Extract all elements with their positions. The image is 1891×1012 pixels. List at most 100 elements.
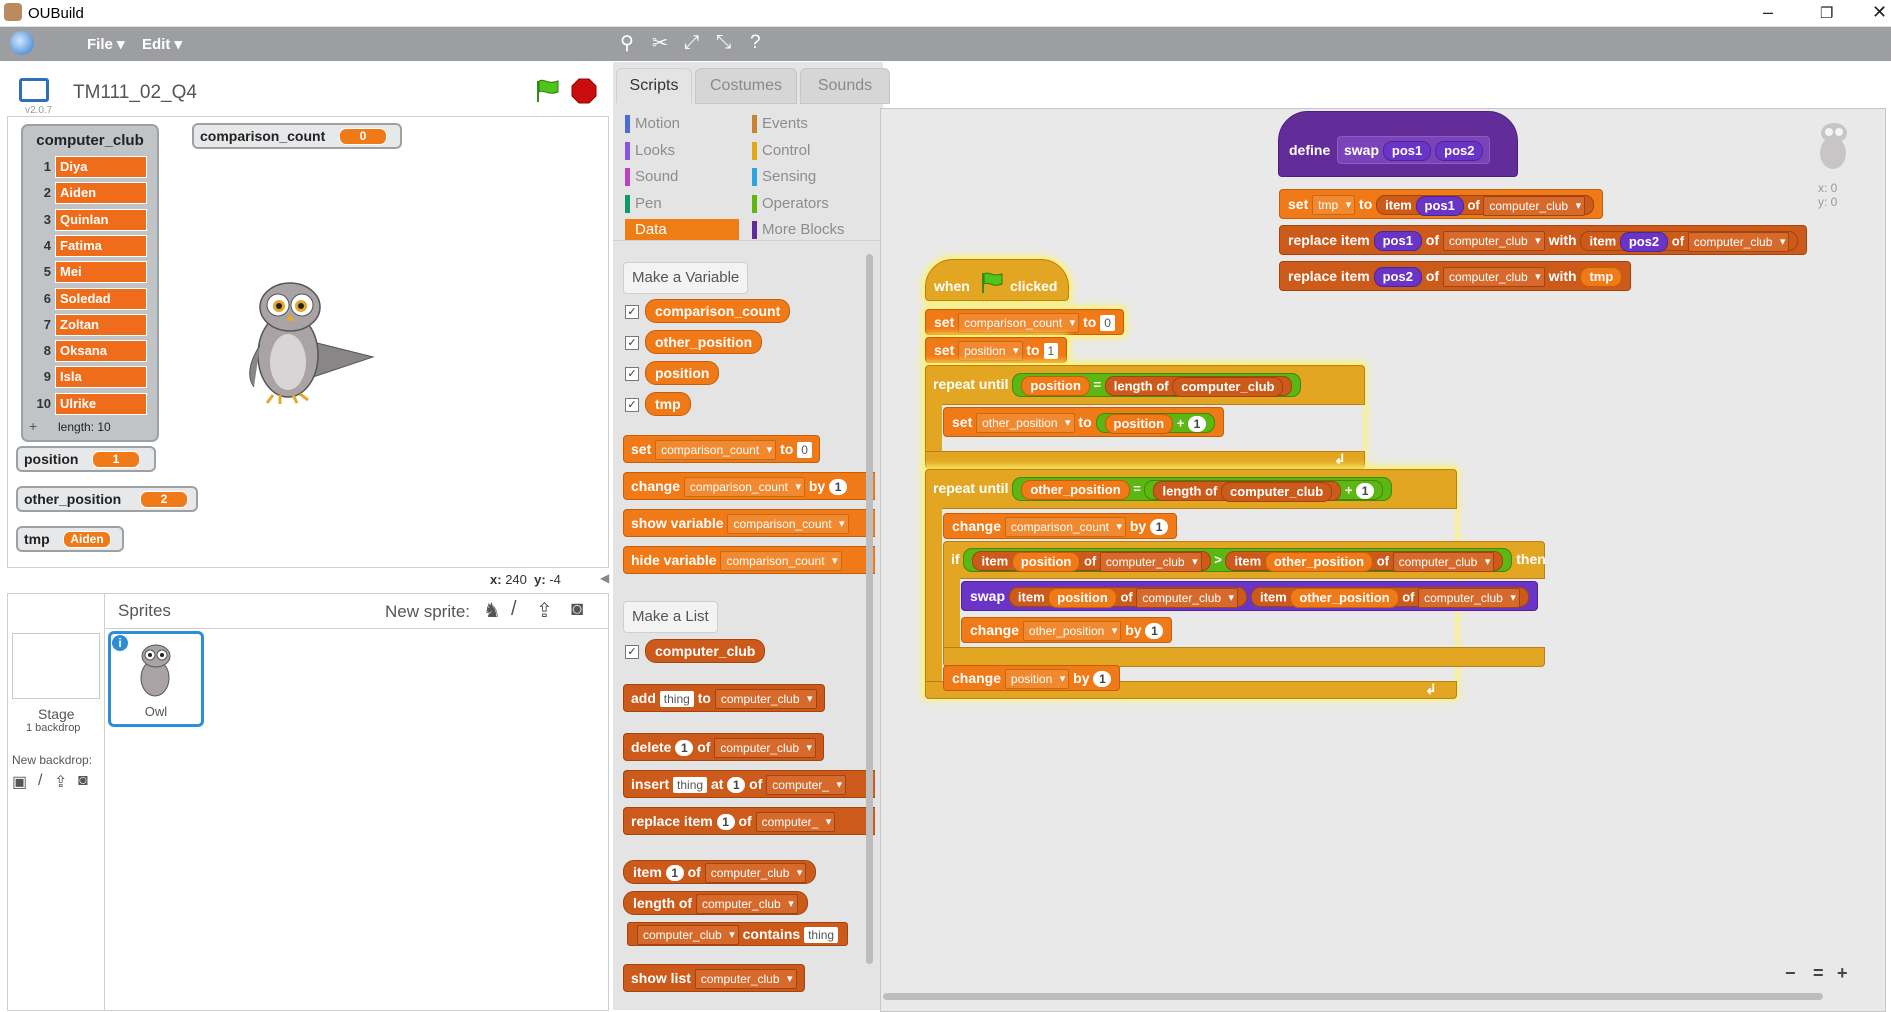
category-control[interactable]: Control — [752, 140, 810, 162]
upload-sprite-icon[interactable]: ⇪ — [536, 598, 553, 623]
variable-other-position[interactable]: other_position — [645, 330, 763, 354]
list-item[interactable]: 9 Isla — [31, 366, 149, 389]
list-item[interactable]: 4 Fatima — [31, 234, 149, 257]
file-menu[interactable]: File ▾ — [87, 35, 125, 53]
block-replace-item-pos1[interactable]: replace item pos1 of computer_club with … — [1279, 225, 1808, 255]
zoom-reset-button[interactable]: = — [1813, 963, 1824, 984]
block-show-list[interactable]: show list computer_club — [623, 964, 805, 992]
grow-icon[interactable]: ⤢ — [684, 32, 699, 54]
project-title[interactable]: TM111_02_Q4 — [73, 82, 197, 104]
list-item[interactable]: 3 Quinlan — [31, 208, 149, 231]
watcher-tmp[interactable]: tmp Aiden — [16, 526, 124, 552]
category-data[interactable]: Data — [625, 219, 739, 241]
category-motion[interactable]: Motion — [625, 113, 680, 135]
edit-menu[interactable]: Edit ▾ — [142, 35, 182, 53]
list-item-value[interactable]: Zoltan — [55, 313, 147, 336]
sprite-thumbnail-owl[interactable]: i Owl — [108, 631, 204, 727]
make-variable-button[interactable]: Make a Variable — [623, 262, 749, 294]
stop-icon[interactable] — [571, 78, 597, 104]
block-delete-of-list[interactable]: delete 1 of computer_club — [623, 733, 825, 761]
block-set-tmp[interactable]: set tmp to item pos1 of computer_club — [1279, 189, 1604, 219]
close-button[interactable]: ✕ — [1872, 2, 1887, 23]
category-operators[interactable]: Operators — [752, 193, 829, 215]
maximize-button[interactable]: ❐ — [1820, 4, 1833, 22]
category-sensing[interactable]: Sensing — [752, 166, 816, 188]
block-set-comparison-count[interactable]: set comparison_count to 0 — [925, 309, 1124, 335]
backdrop-camera-icon[interactable]: ◙ — [78, 772, 88, 790]
list-item[interactable]: 10 Ulrike — [31, 392, 149, 415]
block-item-of-list[interactable]: item 1 of computer_club — [623, 860, 817, 884]
list-item[interactable]: 6 Soledad — [31, 287, 149, 310]
list-item[interactable]: 7 Zoltan — [31, 313, 149, 336]
list-item[interactable]: 5 Mei — [31, 261, 149, 284]
list-item[interactable]: 2 Aiden — [31, 182, 149, 205]
checkbox-tmp[interactable]: ✓ — [625, 398, 639, 412]
block-change-other-position[interactable]: change other_position by 1 — [961, 617, 1173, 643]
camera-icon[interactable]: ◙ — [571, 598, 583, 621]
watcher-other-position[interactable]: other_position 2 — [16, 486, 198, 512]
checkbox-computer-club[interactable]: ✓ — [625, 645, 639, 659]
block-set-position[interactable]: set position to 1 — [925, 337, 1068, 363]
make-list-button[interactable]: Make a List — [623, 601, 718, 633]
fullscreen-icon[interactable] — [19, 78, 49, 102]
delete-scissors-icon[interactable]: ✂ — [652, 32, 668, 55]
paint-sprite-library-icon[interactable]: ♞ — [483, 598, 501, 623]
list-item[interactable]: 1 Diya — [31, 156, 149, 178]
tab-scripts[interactable]: Scripts — [616, 68, 692, 103]
zoom-in-button[interactable]: + — [1837, 963, 1848, 984]
owl-sprite[interactable] — [238, 277, 378, 407]
help-icon[interactable]: ? — [750, 32, 761, 54]
variable-position[interactable]: position — [645, 361, 720, 385]
category-events[interactable]: Events — [752, 113, 808, 135]
scripts-area[interactable]: x: 0 y: 0 define swap pos1 pos2 set tmp … — [880, 108, 1886, 1012]
list-item-value[interactable]: Diya — [55, 156, 147, 178]
block-hide-variable[interactable]: hide variable comparison_count — [623, 546, 875, 574]
checkbox-other-position[interactable]: ✓ — [625, 336, 639, 350]
shrink-icon[interactable]: ⤡ — [716, 32, 731, 54]
green-flag-icon[interactable] — [534, 78, 560, 104]
collapse-stage-arrow-icon[interactable]: ◀ — [600, 571, 609, 585]
list-add-button[interactable]: + — [29, 418, 37, 434]
list-item-value[interactable]: Aiden — [55, 182, 147, 205]
list-item-value[interactable]: Oksana — [55, 340, 147, 363]
scripts-horizontal-scrollbar[interactable] — [883, 993, 1823, 1000]
block-insert-at-list[interactable]: insert thing at 1 of computer_ — [623, 770, 875, 798]
minimize-button[interactable]: – — [1763, 2, 1773, 23]
checkbox-position[interactable]: ✓ — [625, 367, 639, 381]
checkbox-comparison-count[interactable]: ✓ — [625, 305, 639, 319]
category-more-blocks[interactable]: More Blocks — [752, 219, 845, 241]
define-swap-hat[interactable]: define swap pos1 pos2 — [1278, 111, 1518, 177]
paint-brush-icon[interactable]: / — [511, 598, 517, 621]
backdrop-paint-icon[interactable]: / — [38, 772, 42, 790]
stage[interactable]: computer_club 1 Diya 2 Aiden 3 Quinlan 4 Fatima… — [7, 116, 609, 568]
list-item-value[interactable]: Quinlan — [55, 208, 147, 231]
stage-thumbnail[interactable] — [12, 633, 100, 699]
category-pen[interactable]: Pen — [625, 193, 662, 215]
duplicate-stamp-icon[interactable]: ⚲ — [620, 32, 634, 55]
list-item-value[interactable]: Fatima — [55, 234, 147, 257]
block-add-to-list[interactable]: add thing to computer_club — [623, 684, 825, 712]
block-length-of-list[interactable]: length of computer_club — [623, 891, 808, 915]
backdrop-library-icon[interactable]: ▣ — [12, 772, 27, 792]
block-list-contains[interactable]: computer_club contains thing — [627, 922, 849, 946]
list-item-value[interactable]: Soledad — [55, 287, 147, 310]
palette-scrollbar[interactable] — [866, 254, 873, 964]
block-set-variable[interactable]: set comparison_count to 0 — [623, 435, 820, 463]
list-watcher-computer-club[interactable]: computer_club 1 Diya 2 Aiden 3 Quinlan 4 Fatima… — [21, 124, 159, 442]
block-replace-item[interactable]: replace item 1 of computer_ — [623, 807, 875, 835]
variable-tmp[interactable]: tmp — [645, 392, 691, 416]
when-flag-clicked-hat[interactable]: when clicked — [925, 259, 1069, 301]
block-change-position[interactable]: change position by 1 — [943, 665, 1121, 691]
list-item-value[interactable]: Isla — [55, 366, 147, 389]
list-computer-club[interactable]: computer_club — [645, 639, 766, 663]
block-change-comparison-count[interactable]: change comparison_count by 1 — [943, 513, 1178, 539]
list-item-value[interactable]: Ulrike — [55, 392, 147, 415]
block-change-variable[interactable]: change comparison_count by 1 — [623, 472, 875, 500]
block-show-variable[interactable]: show variable comparison_count — [623, 509, 875, 537]
sprite-info-icon[interactable]: i — [112, 635, 128, 651]
backdrop-upload-icon[interactable]: ⇪ — [54, 772, 67, 792]
tab-sounds[interactable]: Sounds — [800, 68, 890, 104]
list-item[interactable]: 8 Oksana — [31, 340, 149, 363]
tab-costumes[interactable]: Costumes — [695, 68, 797, 104]
list-item-value[interactable]: Mei — [55, 261, 147, 284]
